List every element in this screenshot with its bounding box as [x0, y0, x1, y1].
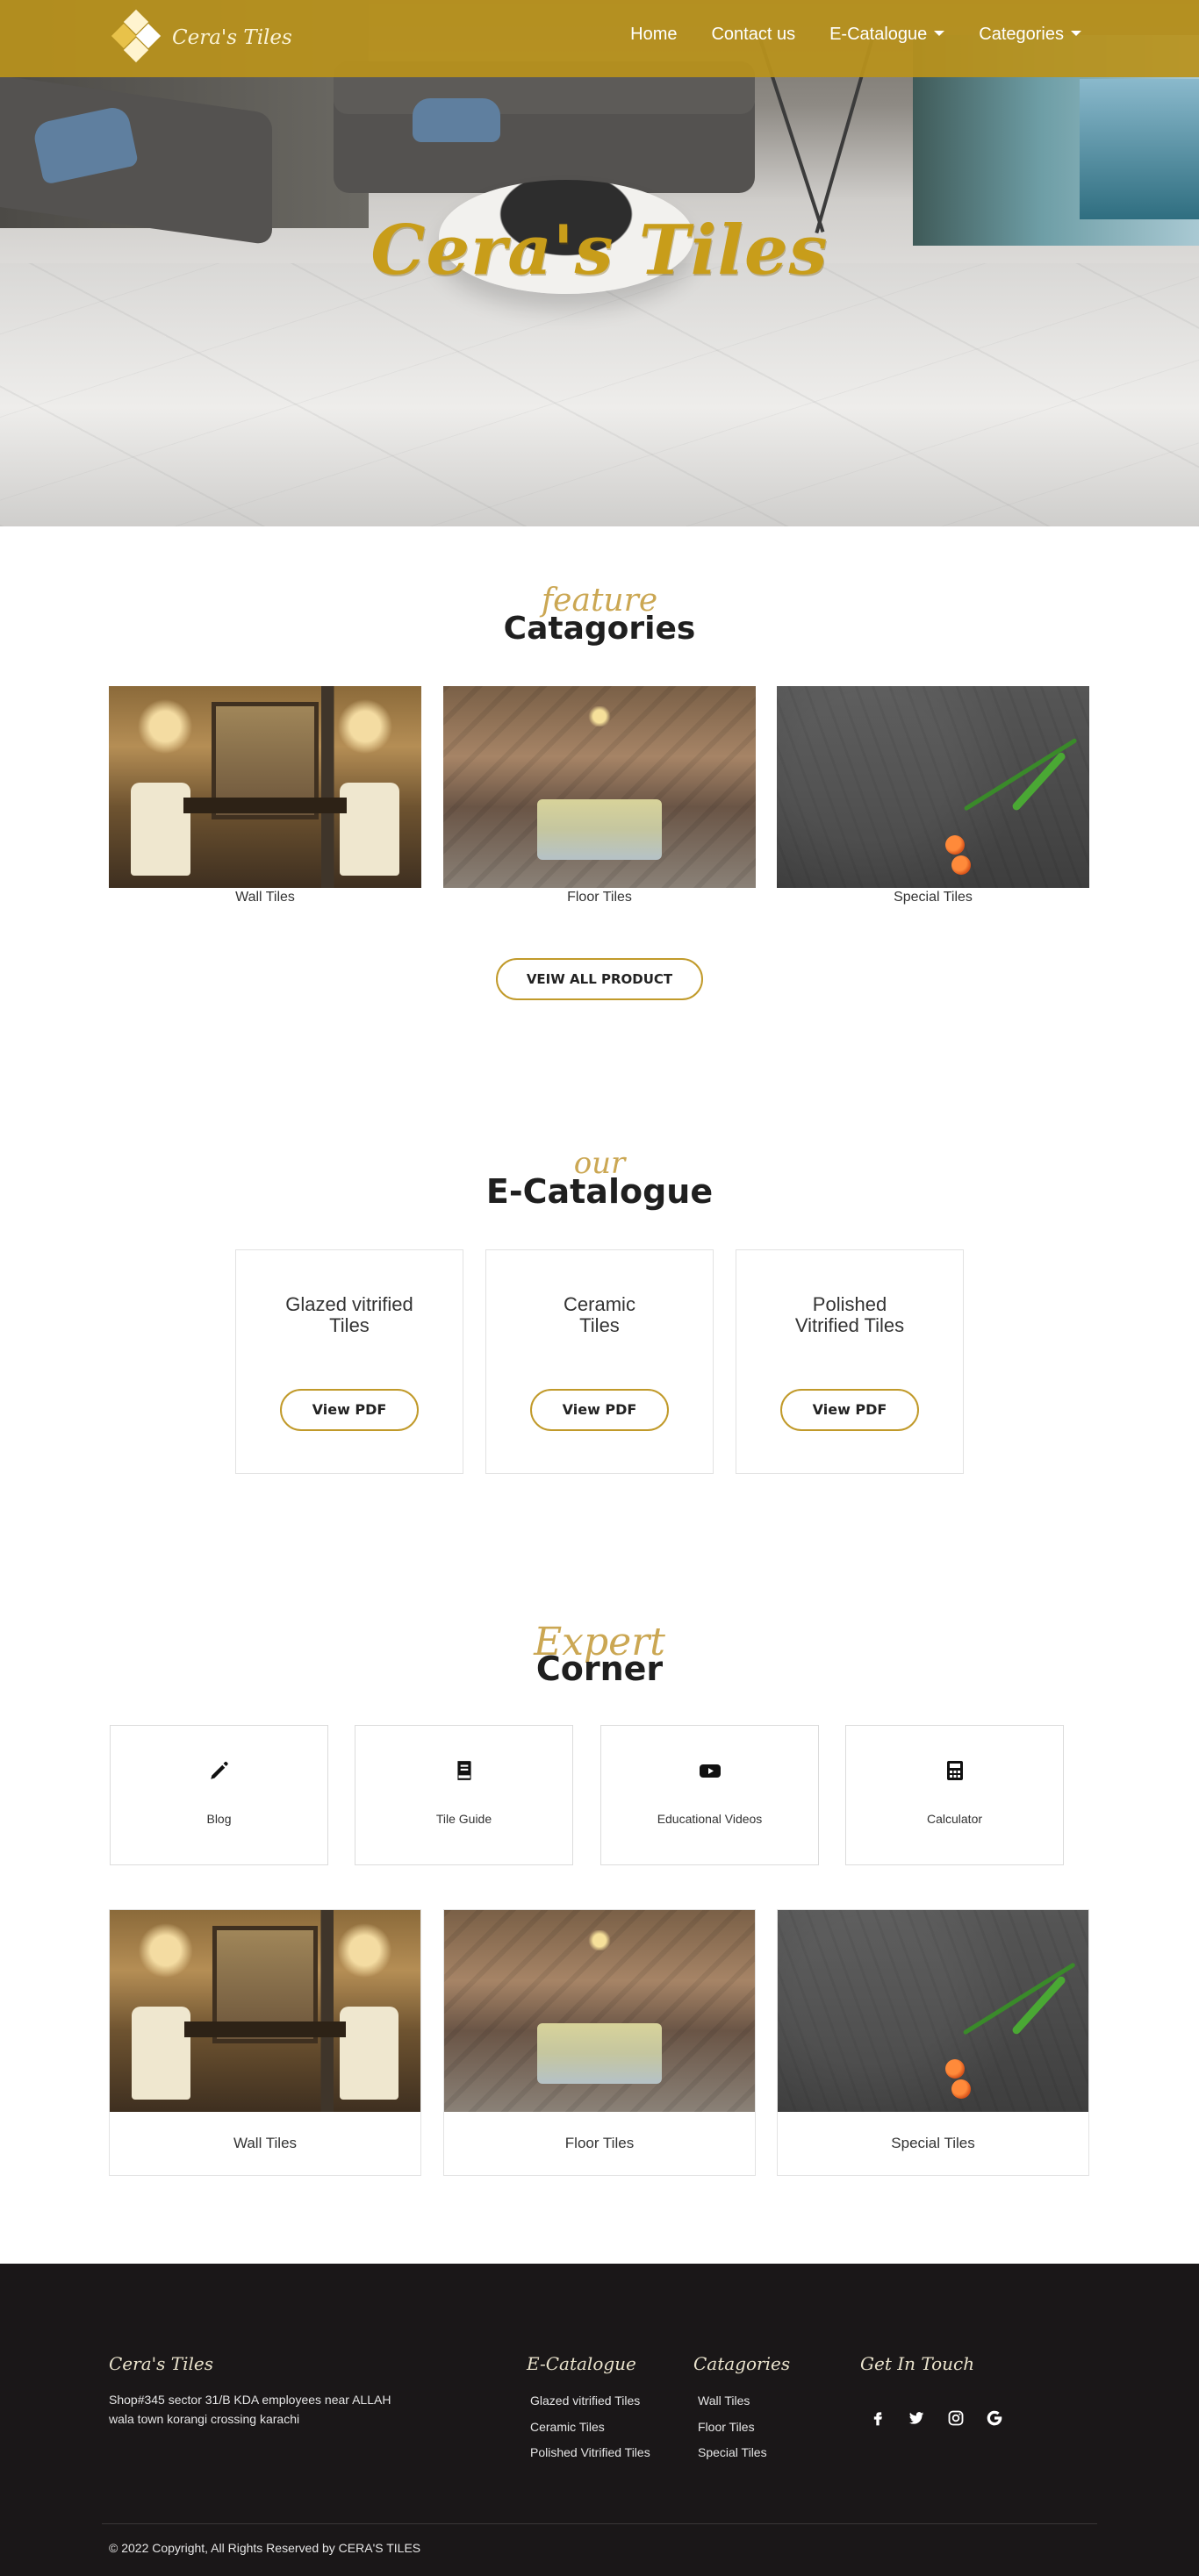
- twitter-icon[interactable]: [906, 2409, 927, 2430]
- product-label: Wall Tiles: [233, 2135, 298, 2151]
- calculator-label: Calculator: [926, 1812, 983, 1826]
- catalogue-card-title: Glazed vitrified Tiles: [285, 1293, 413, 1336]
- instagram-icon[interactable]: [945, 2409, 966, 2430]
- expert-heading: Expert Corner: [0, 1620, 1199, 1690]
- footer-link-glazed-vitrified[interactable]: Glazed vitrified Tiles: [530, 2394, 640, 2408]
- site-footer: Cera's Tiles Shop#345 sector 31/B KDA em…: [0, 2264, 1199, 2576]
- footer-divider: [102, 2523, 1097, 2524]
- hero-window: [1080, 79, 1199, 219]
- tile-guide-label: Tile Guide: [435, 1812, 492, 1826]
- top-navbar: Cera's Tiles Home Contact us E-Catalogue…: [0, 0, 1199, 77]
- pencil-icon: [111, 1759, 327, 1785]
- calculator-card[interactable]: Calculator: [845, 1725, 1064, 1865]
- main-nav: Home Contact us E-Catalogue Categories: [630, 25, 1081, 45]
- footer-link-ceramic[interactable]: Ceramic Tiles: [530, 2420, 605, 2434]
- floor-tiles-photo[interactable]: [443, 686, 756, 888]
- special-tiles-photo: [778, 1910, 1088, 2112]
- educational-videos-card[interactable]: Educational Videos: [600, 1725, 819, 1865]
- hero-banner: Cera's Tiles: [0, 0, 1199, 526]
- caret-down-icon: [1071, 31, 1081, 36]
- catalogue-heading: our E-Catalogue: [0, 1146, 1199, 1216]
- wall-tiles-photo[interactable]: [109, 686, 421, 888]
- hero-cushion-center: [413, 98, 500, 142]
- hero-marble-floor: [0, 263, 1199, 526]
- nav-home[interactable]: Home: [630, 25, 677, 45]
- hero-title: Cera's Tiles: [370, 211, 829, 290]
- educational-videos-label: Educational Videos: [657, 1812, 763, 1826]
- blog-card[interactable]: Blog: [110, 1725, 328, 1865]
- caret-down-icon: [934, 31, 945, 36]
- footer-brand-heading: Cera's Tiles: [109, 2353, 213, 2374]
- catalogue-card-title: Ceramic Tiles: [564, 1293, 635, 1336]
- caption-special-tiles: Special Tiles: [894, 890, 973, 905]
- footer-contact-heading: Get In Touch: [860, 2353, 975, 2374]
- brand-name: Cera's Tiles: [172, 26, 292, 49]
- brand-logo[interactable]: Cera's Tiles: [109, 9, 292, 65]
- book-icon: [355, 1759, 572, 1785]
- nav-e-catalogue-dropdown[interactable]: E-Catalogue: [829, 25, 945, 45]
- catalogue-card: Glazed vitrified Tiles View PDF: [235, 1249, 463, 1474]
- featured-heading: feature Catagories: [0, 583, 1199, 653]
- youtube-icon: [601, 1759, 818, 1785]
- calculator-icon: [846, 1759, 1063, 1785]
- catalogue-title: E-Catalogue: [485, 1172, 714, 1211]
- diamond-logo-icon: [109, 9, 163, 65]
- tile-guide-card[interactable]: Tile Guide: [355, 1725, 573, 1865]
- product-label: Floor Tiles: [564, 2135, 635, 2151]
- view-pdf-button[interactable]: View PDF: [280, 1389, 419, 1431]
- product-card-special-tiles[interactable]: Special Tiles: [777, 1909, 1089, 2176]
- product-card-floor-tiles[interactable]: Floor Tiles: [443, 1909, 756, 2176]
- copyright-text: © 2022 Copyright, All Rights Reserved by…: [109, 2541, 421, 2555]
- footer-link-special-tiles[interactable]: Special Tiles: [698, 2445, 767, 2459]
- footer-link-wall-tiles[interactable]: Wall Tiles: [698, 2394, 750, 2408]
- expert-title: Corner: [535, 1649, 664, 1688]
- facebook-icon[interactable]: [867, 2409, 888, 2430]
- catalogue-card: Polished Vitrified Tiles View PDF: [736, 1249, 964, 1474]
- featured-title: Catagories: [503, 611, 696, 647]
- view-pdf-button[interactable]: View PDF: [780, 1389, 919, 1431]
- catalogue-card-title: Polished Vitrified Tiles: [794, 1293, 905, 1336]
- google-icon[interactable]: [984, 2409, 1005, 2430]
- footer-link-polished-vitrified[interactable]: Polished Vitrified Tiles: [530, 2445, 650, 2459]
- caption-floor-tiles: Floor Tiles: [567, 890, 632, 905]
- product-card-wall-tiles[interactable]: Wall Tiles: [109, 1909, 421, 2176]
- footer-catalogue-heading: E-Catalogue: [527, 2353, 636, 2374]
- floor-tiles-photo: [444, 1910, 755, 2112]
- footer-address: Shop#345 sector 31/B KDA employees near …: [109, 2393, 391, 2426]
- view-pdf-button[interactable]: View PDF: [530, 1389, 669, 1431]
- footer-link-floor-tiles[interactable]: Floor Tiles: [698, 2420, 755, 2434]
- caption-wall-tiles: Wall Tiles: [235, 890, 295, 905]
- blog-label: Blog: [206, 1812, 232, 1826]
- nav-contact-us[interactable]: Contact us: [711, 25, 795, 45]
- view-all-product-button[interactable]: VEIW ALL PRODUCT: [496, 958, 703, 1000]
- footer-categories-heading: Catagories: [693, 2353, 791, 2374]
- special-tiles-photo[interactable]: [777, 686, 1089, 888]
- catalogue-card: Ceramic Tiles View PDF: [485, 1249, 714, 1474]
- wall-tiles-photo: [110, 1910, 420, 2112]
- product-label: Special Tiles: [891, 2135, 975, 2151]
- nav-categories-dropdown[interactable]: Categories: [979, 25, 1081, 45]
